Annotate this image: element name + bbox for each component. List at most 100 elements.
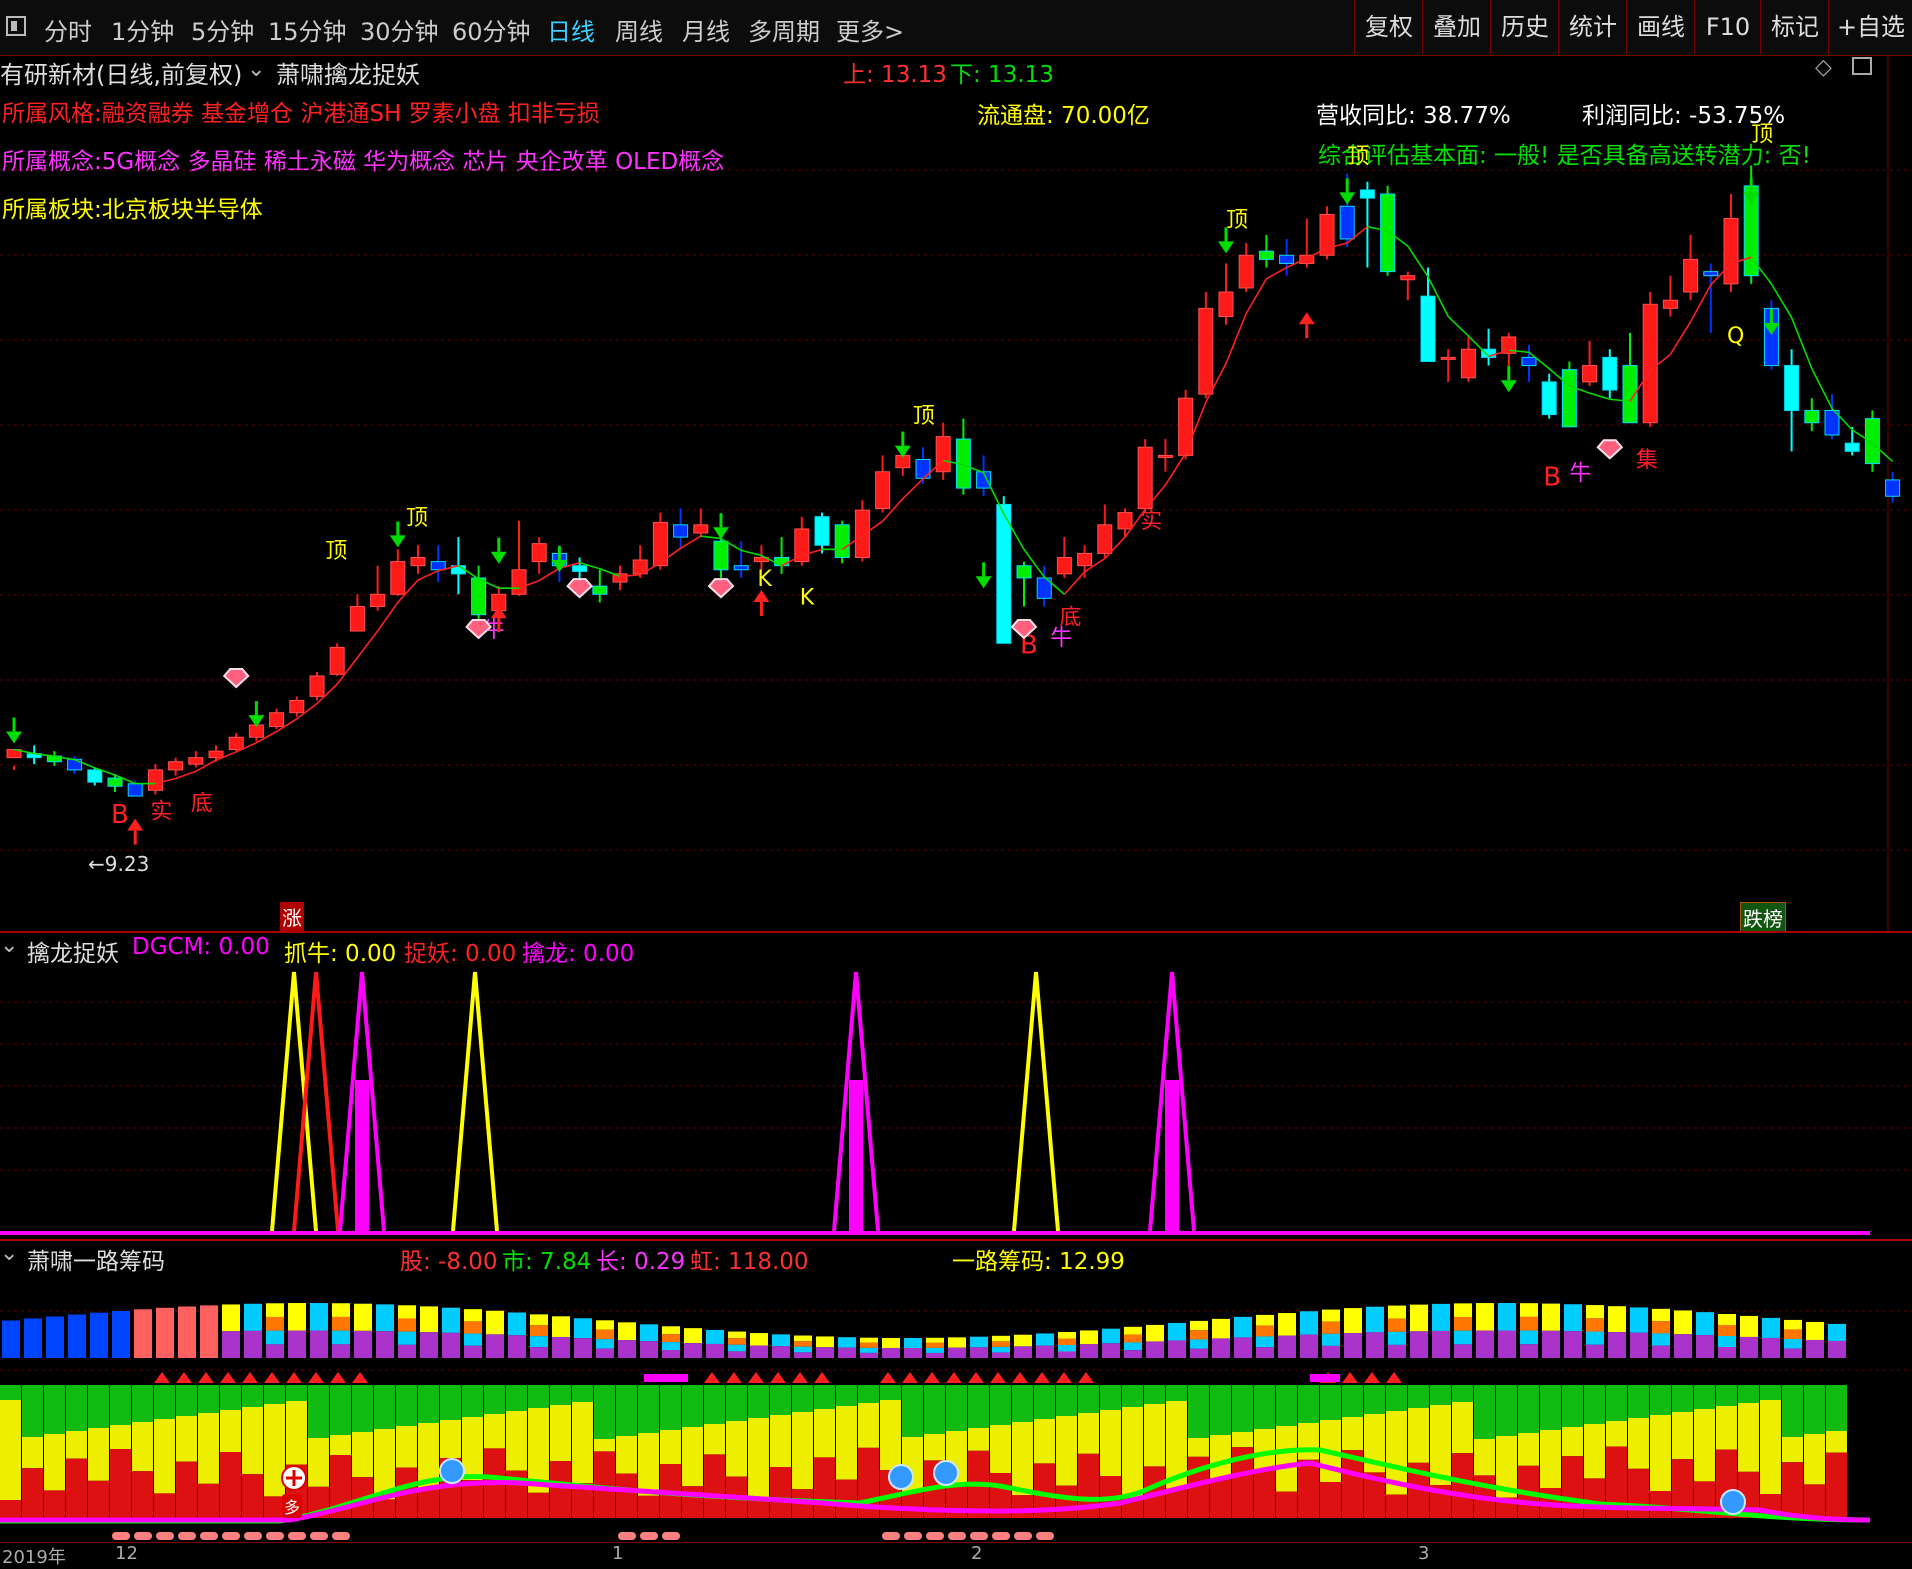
- tab-1min[interactable]: 1分钟: [111, 12, 174, 47]
- chip-yellow: [1254, 1429, 1275, 1470]
- mark-button[interactable]: 标记: [1760, 0, 1829, 54]
- tab-15min[interactable]: 15分钟: [268, 12, 347, 47]
- qinlong-indicator-chart[interactable]: [0, 960, 1912, 1240]
- chip-green: [550, 1385, 571, 1405]
- tab-more[interactable]: 更多>: [836, 12, 904, 47]
- rise-tag: 涨: [280, 902, 304, 931]
- chip-top-bar: [1300, 1311, 1318, 1335]
- restore-rights-button[interactable]: 复权: [1354, 0, 1423, 54]
- chip-top-bar: [1124, 1342, 1142, 1351]
- candlestick-chart[interactable]: 顶顶顶顶顶顶底底实实BBB牛 牛牛KKQ集: [0, 55, 1912, 933]
- zhuaniu-spike: [270, 971, 318, 1232]
- chip-triangle: [242, 1372, 258, 1383]
- chip-pill: [948, 1532, 966, 1540]
- candle-body: [329, 646, 345, 675]
- tab-daily[interactable]: 日线: [547, 12, 595, 47]
- tab-weekly[interactable]: 周线: [615, 12, 663, 47]
- chip-yellow: [550, 1405, 571, 1461]
- tab-5min[interactable]: 5分钟: [191, 12, 254, 47]
- chip-yellow: [484, 1414, 505, 1449]
- chip-top-bar: [1234, 1316, 1252, 1338]
- chip-yellow: [44, 1434, 65, 1491]
- chip-yellow: [880, 1400, 901, 1470]
- chip-red: [594, 1451, 615, 1518]
- chip-pill: [112, 1532, 130, 1540]
- chip-top-bar: [1520, 1330, 1538, 1345]
- tab-monthly[interactable]: 月线: [682, 12, 730, 47]
- chip-yellow: [440, 1420, 461, 1458]
- chip-pill: [288, 1532, 306, 1540]
- tab-intraday[interactable]: 分时: [44, 12, 92, 47]
- draw-line-button[interactable]: 画线: [1626, 0, 1695, 54]
- chip-top-bar: [794, 1346, 812, 1353]
- chip-pill: [640, 1532, 658, 1540]
- candle-body: [774, 557, 790, 567]
- chip-top-bar: [222, 1331, 240, 1358]
- chip-top-bar: [1498, 1303, 1516, 1331]
- chip-yellow: [1056, 1416, 1077, 1486]
- tab-60min[interactable]: 60分钟: [452, 12, 531, 47]
- chip-top-bar: [1322, 1309, 1340, 1322]
- chip-top-bar: [332, 1344, 350, 1358]
- chip-yellow: [0, 1400, 21, 1500]
- chip-top-bar: [1212, 1338, 1230, 1358]
- chip-green: [1496, 1385, 1517, 1436]
- chip-top-bar: [1564, 1331, 1582, 1358]
- chip-green: [1672, 1385, 1693, 1412]
- chip-top-bar: [1630, 1332, 1648, 1358]
- chip-top-bar: [1718, 1313, 1736, 1325]
- chip-yellow: [924, 1434, 945, 1461]
- chip-top-bar: [1784, 1348, 1802, 1358]
- add-watchlist-button[interactable]: +自选: [1828, 0, 1912, 54]
- chip-green: [594, 1385, 615, 1439]
- tab-30min[interactable]: 30分钟: [360, 12, 439, 47]
- candle-body: [188, 757, 204, 765]
- signal-arrow-icon: [1218, 241, 1234, 254]
- chip-top-bar: [1124, 1350, 1142, 1358]
- statistics-button[interactable]: 统计: [1558, 0, 1627, 54]
- chip-top-bar: [1388, 1318, 1406, 1332]
- candle-body: [269, 712, 285, 728]
- chip-triangle: [308, 1372, 324, 1383]
- chip-top-bar: [508, 1312, 526, 1336]
- tab-multi-period[interactable]: 多周期: [748, 12, 820, 47]
- f10-button[interactable]: F10: [1694, 0, 1761, 54]
- chip-triangle: [792, 1372, 808, 1383]
- history-button[interactable]: 历史: [1490, 0, 1559, 54]
- chip-red: [176, 1461, 197, 1518]
- chip-green: [1540, 1385, 1561, 1430]
- chip-red: [902, 1492, 923, 1518]
- chip-yellow: [1716, 1406, 1737, 1450]
- candle-body: [592, 585, 608, 595]
- chip-top-bar: [992, 1352, 1010, 1358]
- chip-top-bar: [1080, 1330, 1098, 1345]
- chip-pill: [662, 1532, 680, 1540]
- chip-top-bar: [1784, 1319, 1802, 1330]
- candle-body: [1784, 365, 1800, 411]
- chip-top-bar: [1784, 1329, 1802, 1339]
- chip-green: [1760, 1385, 1781, 1400]
- chip-top-bar: [1674, 1334, 1692, 1358]
- chip-green: [1078, 1385, 1099, 1413]
- chip-pill: [970, 1532, 988, 1540]
- chip-green: [726, 1385, 747, 1421]
- signal-bull: 牛: [1050, 626, 1072, 651]
- chip-green: [352, 1385, 373, 1432]
- chip-red: [154, 1493, 175, 1518]
- chip-red: [198, 1483, 219, 1518]
- panel2-collapse-icon[interactable]: ⌄: [0, 933, 18, 958]
- candle-body: [1400, 275, 1416, 281]
- panel3-collapse-icon[interactable]: ⌄: [0, 1241, 18, 1266]
- chip-yellow: [1694, 1409, 1715, 1482]
- chip-yellow: [1144, 1404, 1165, 1467]
- candle-body: [1541, 381, 1557, 416]
- chip-top-bar: [1740, 1315, 1758, 1337]
- candle-body: [1238, 254, 1254, 289]
- overlay-button[interactable]: 叠加: [1422, 0, 1491, 54]
- chip-green: [682, 1385, 703, 1427]
- chip-green: [286, 1385, 307, 1401]
- chip-yellow: [1584, 1424, 1605, 1479]
- signal-top: 顶: [1751, 122, 1773, 147]
- window-menu-icon[interactable]: [6, 16, 26, 36]
- chip-top-bar: [728, 1331, 746, 1339]
